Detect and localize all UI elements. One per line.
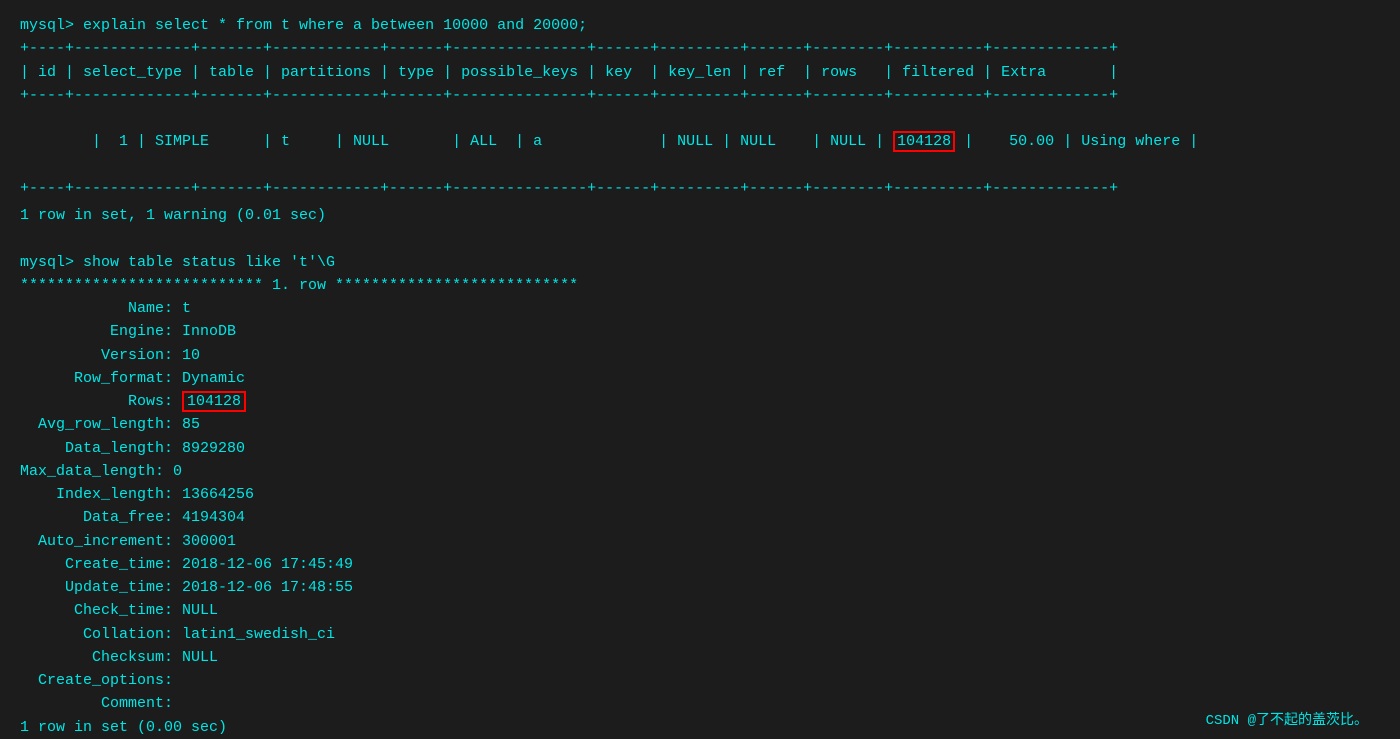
command1-line: mysql> explain select * from t where a b… <box>20 14 1380 37</box>
field-avg-row-length: Avg_row_length: 85 <box>20 413 1380 436</box>
field-row-format: Row_format: Dynamic <box>20 367 1380 390</box>
row-before-rows: | 1 | SIMPLE | t | NULL | ALL | a | NULL… <box>92 133 893 150</box>
table-data-row: | 1 | SIMPLE | t | NULL | ALL | a | NULL… <box>20 107 1380 177</box>
field-max-data-length: Max_data_length: 0 <box>20 460 1380 483</box>
explain-table: +----+-------------+-------+------------… <box>20 37 1380 200</box>
table-sep-bot: +----+-------------+-------+------------… <box>20 177 1380 200</box>
field-checksum: Checksum: NULL <box>20 646 1380 669</box>
field-index-length: Index_length: 13664256 <box>20 483 1380 506</box>
field-check-time: Check_time: NULL <box>20 599 1380 622</box>
blank-line <box>20 227 1380 250</box>
stars-row: *************************** 1. row *****… <box>20 274 1380 297</box>
field-collation: Collation: latin1_swedish_ci <box>20 623 1380 646</box>
rows-field-highlight: 104128 <box>182 391 246 412</box>
field-update-time: Update_time: 2018-12-06 17:48:55 <box>20 576 1380 599</box>
rows-highlighted-value: 104128 <box>893 131 955 152</box>
command2-line: mysql> show table status like 't'\G <box>20 251 1380 274</box>
field-auto-increment: Auto_increment: 300001 <box>20 530 1380 553</box>
table-header: | id | select_type | table | partitions … <box>20 61 1380 84</box>
table-sep-mid: +----+-------------+-------+------------… <box>20 84 1380 107</box>
field-name: Name: t <box>20 297 1380 320</box>
field-data-length: Data_length: 8929280 <box>20 437 1380 460</box>
row-after-rows: | 50.00 | Using where | <box>955 133 1198 150</box>
fields-list: Name: t Engine: InnoDB Version: 10 Row_f… <box>20 297 1380 716</box>
field-engine: Engine: InnoDB <box>20 320 1380 343</box>
result1-line: 1 row in set, 1 warning (0.01 sec) <box>20 204 1380 227</box>
field-rows: Rows: 104128 <box>20 390 1380 413</box>
field-create-time: Create_time: 2018-12-06 17:45:49 <box>20 553 1380 576</box>
field-version: Version: 10 <box>20 344 1380 367</box>
table-sep-top: +----+-------------+-------+------------… <box>20 37 1380 60</box>
field-data-free: Data_free: 4194304 <box>20 506 1380 529</box>
field-create-options: Create_options: <box>20 669 1380 692</box>
content-area: mysql> explain select * from t where a b… <box>20 14 1380 739</box>
terminal: mysql> explain select * from t where a b… <box>10 8 1390 671</box>
field-comment: Comment: <box>20 692 1380 715</box>
watermark: CSDN @了不起的盖茨比。 <box>1206 709 1368 729</box>
result2-line: 1 row in set (0.00 sec) <box>20 716 1380 739</box>
